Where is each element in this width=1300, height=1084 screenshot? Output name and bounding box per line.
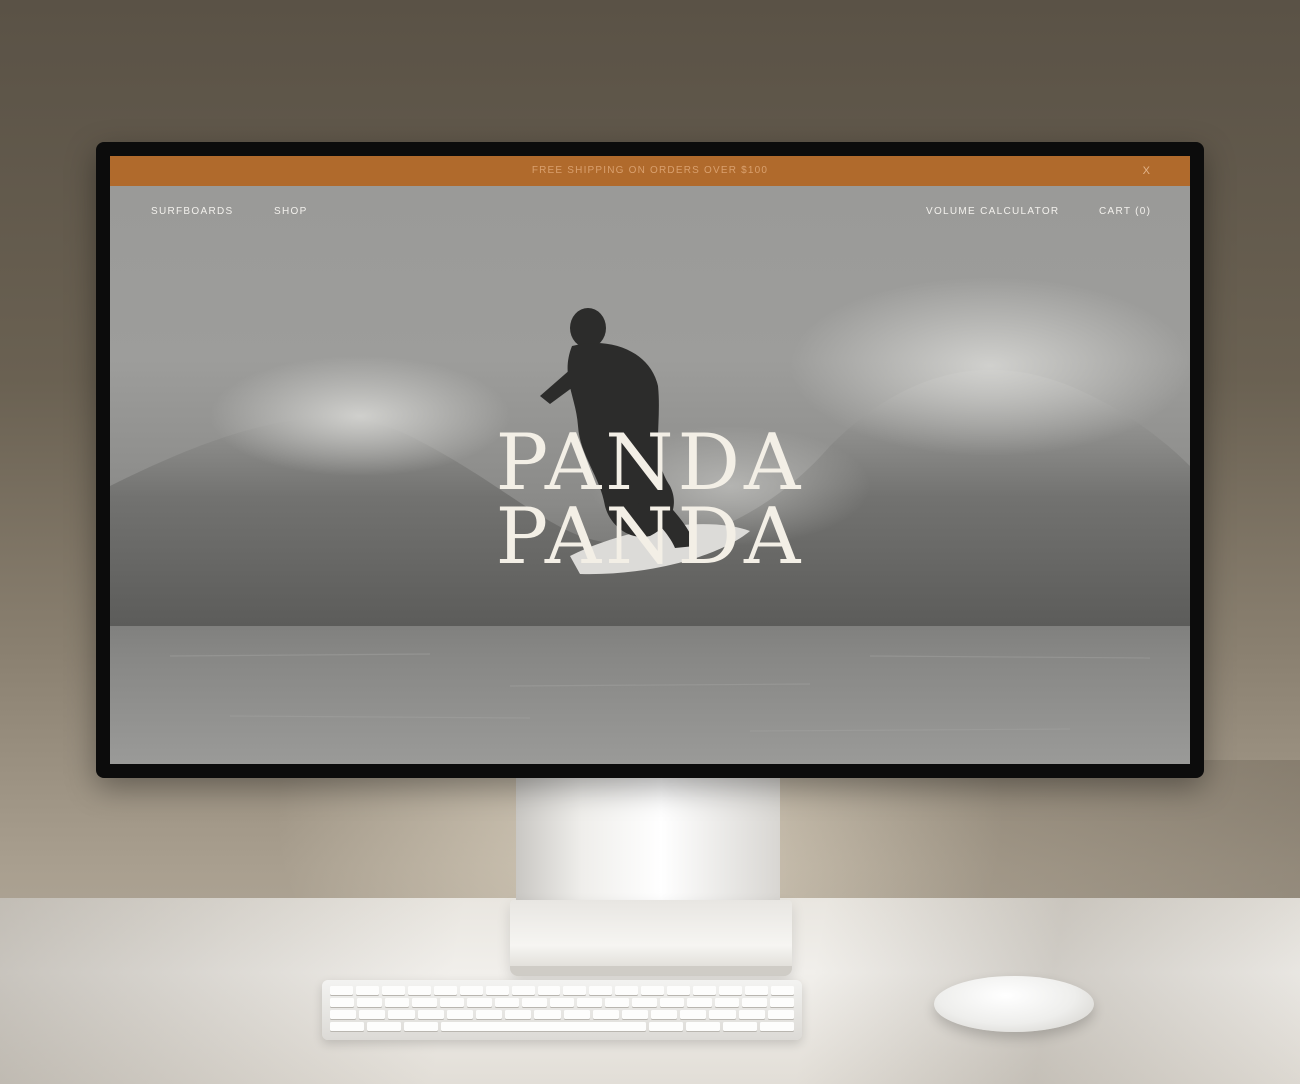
wall-shadow (780, 760, 1300, 900)
monitor-stand-edge (510, 966, 792, 976)
brand-logo-line-1: PANDA (495, 418, 805, 508)
hero-image: PANDA PANDA (110, 186, 1190, 764)
keyboard (322, 980, 802, 1040)
nav-link-volume-calculator[interactable]: VOLUME CALCULATOR (926, 206, 1059, 217)
nav-link-cart[interactable]: CART (0) (1099, 206, 1151, 217)
mouse (934, 976, 1094, 1032)
announcement-close-button[interactable]: X (1143, 156, 1150, 186)
monitor-stand-base (510, 900, 792, 976)
website-screen: FREE SHIPPING ON ORDERS OVER $100 X PAND… (110, 156, 1190, 764)
announcement-text: FREE SHIPPING ON ORDERS OVER $100 (531, 165, 769, 176)
brand-logo-line-2: PANDA (495, 492, 805, 582)
announcement-bar: FREE SHIPPING ON ORDERS OVER $100 X (110, 156, 1190, 186)
nav-link-surfboards[interactable]: SURFBOARDS (151, 206, 233, 217)
nav-link-shop[interactable]: SHOP (274, 206, 308, 217)
